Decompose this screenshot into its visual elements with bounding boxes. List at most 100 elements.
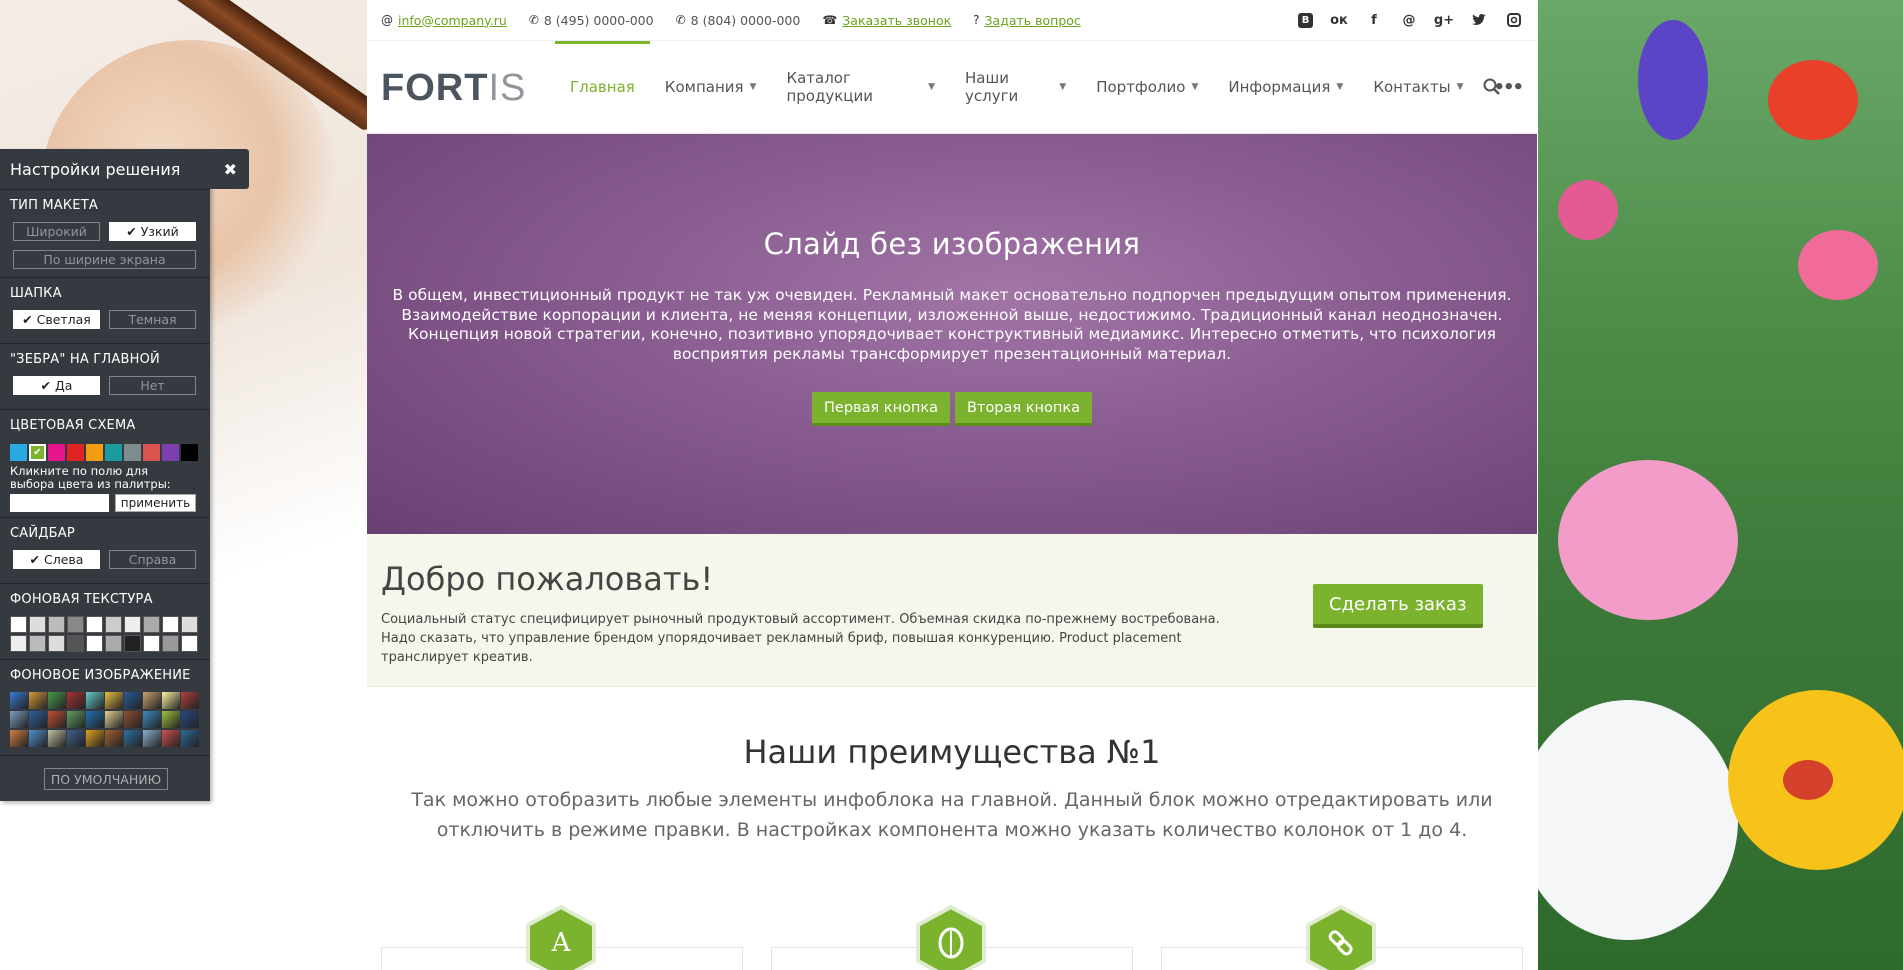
texture-swatch[interactable] — [162, 616, 179, 633]
bg-image-thumb[interactable] — [181, 692, 199, 709]
texture-swatch[interactable] — [29, 635, 46, 652]
phone-icon: ✆ — [528, 13, 539, 27]
texture-swatch[interactable] — [10, 616, 27, 633]
texture-swatch[interactable] — [86, 635, 103, 652]
order-button[interactable]: Сделать заказ — [1313, 584, 1483, 628]
sidebar-left-option[interactable]: ✔ Слева — [13, 550, 100, 569]
layout-wide-option[interactable]: Широкий — [13, 222, 100, 241]
apply-button[interactable]: применить — [115, 494, 196, 512]
bg-image-thumb[interactable] — [67, 711, 85, 728]
layout-title: ТИП МАКЕТА — [10, 198, 98, 213]
layout-narrow-option[interactable]: ✔ Узкий — [109, 222, 196, 241]
color-swatch[interactable] — [86, 444, 103, 461]
question-link[interactable]: Задать вопрос — [985, 13, 1081, 28]
bg-image-thumb[interactable] — [143, 692, 161, 709]
bg-image-thumb[interactable] — [86, 730, 104, 747]
nav-item-portfolio[interactable]: Портфолио ▼ — [1081, 41, 1213, 133]
bg-image-thumb[interactable] — [105, 692, 123, 709]
bg-image-thumb[interactable] — [181, 730, 199, 747]
color-input[interactable] — [10, 494, 109, 512]
mail-icon[interactable]: @ — [1400, 11, 1418, 29]
texture-swatch[interactable] — [10, 635, 27, 652]
bg-image-thumb[interactable] — [29, 711, 47, 728]
texture-swatch[interactable] — [124, 616, 141, 633]
bg-image-thumb[interactable] — [181, 711, 199, 728]
color-swatch[interactable] — [105, 444, 122, 461]
vk-icon[interactable]: В — [1298, 12, 1313, 28]
texture-swatch[interactable] — [67, 635, 84, 652]
bg-image-thumb[interactable] — [162, 711, 180, 728]
bg-image-thumb[interactable] — [105, 711, 123, 728]
layout-full-option[interactable]: По ширине экрана — [13, 250, 196, 269]
bg-image-thumb[interactable] — [86, 711, 104, 728]
color-swatch[interactable] — [67, 444, 84, 461]
bg-image-thumb[interactable] — [48, 711, 66, 728]
instagram-icon[interactable] — [1505, 11, 1523, 29]
color-swatch-selected[interactable]: ✔ — [29, 444, 46, 461]
color-swatch[interactable] — [124, 444, 141, 461]
bg-image-thumb[interactable] — [48, 692, 66, 709]
color-swatch[interactable] — [181, 444, 198, 461]
bg-image-thumb[interactable] — [124, 711, 142, 728]
texture-swatch[interactable] — [67, 616, 84, 633]
bg-image-thumb[interactable] — [10, 711, 28, 728]
texture-swatch[interactable] — [124, 635, 141, 652]
bg-image-thumb[interactable] — [162, 692, 180, 709]
bg-image-thumb[interactable] — [10, 730, 28, 747]
texture-swatch[interactable] — [143, 616, 160, 633]
facebook-icon[interactable]: f — [1365, 11, 1383, 29]
first-button[interactable]: Первая кнопка — [812, 392, 951, 426]
bg-image-thumb[interactable] — [162, 730, 180, 747]
zebra-no-option[interactable]: Нет — [109, 376, 196, 395]
bg-image-thumb[interactable] — [10, 692, 28, 709]
nav-item-home[interactable]: Главная — [555, 41, 650, 133]
logo[interactable]: FORTIS — [381, 67, 526, 110]
googleplus-icon[interactable]: g+ — [1434, 11, 1454, 29]
bg-image-thumb[interactable] — [86, 692, 104, 709]
bg-image-title: ФОНОВОЕ ИЗОБРАЖЕНИЕ — [10, 668, 191, 683]
close-icon[interactable]: ✖ — [224, 160, 237, 179]
color-swatch[interactable] — [10, 444, 27, 461]
twitter-icon[interactable] — [1470, 11, 1488, 29]
layout-section: ТИП МАКЕТА Широкий ✔ Узкий По ширине экр… — [0, 189, 210, 278]
texture-swatch[interactable] — [162, 635, 179, 652]
bg-image-thumb[interactable] — [67, 692, 85, 709]
bg-image-thumb[interactable] — [124, 730, 142, 747]
bg-image-thumb[interactable] — [105, 730, 123, 747]
bg-image-thumb[interactable] — [124, 692, 142, 709]
second-button[interactable]: Вторая кнопка — [955, 392, 1092, 426]
phone-1: 8 (495) 0000-000 — [543, 12, 654, 28]
zebra-yes-option[interactable]: ✔ Да — [13, 376, 100, 395]
texture-swatch[interactable] — [105, 616, 122, 633]
ok-icon[interactable]: ок — [1330, 11, 1348, 29]
email-link[interactable]: info@company.ru — [398, 13, 507, 28]
callback-link[interactable]: Заказать звонок — [842, 13, 951, 28]
nav-item-company[interactable]: Компания ▼ — [650, 41, 772, 133]
search-icon[interactable] — [1478, 73, 1504, 99]
default-button[interactable]: ПО УМОЛЧАНИЮ — [44, 768, 168, 790]
texture-swatch[interactable] — [48, 635, 65, 652]
bg-image-thumb[interactable] — [143, 711, 161, 728]
nav-item-services[interactable]: Наши услуги ▼ — [950, 41, 1081, 133]
texture-swatch[interactable] — [29, 616, 46, 633]
bg-image-thumb[interactable] — [48, 730, 66, 747]
header-dark-option[interactable]: Темная — [109, 310, 196, 329]
texture-swatch[interactable] — [86, 616, 103, 633]
texture-swatch[interactable] — [48, 616, 65, 633]
bg-image-thumb[interactable] — [143, 730, 161, 747]
bg-image-thumb[interactable] — [67, 730, 85, 747]
bg-image-thumb[interactable] — [29, 730, 47, 747]
color-swatch[interactable] — [162, 444, 179, 461]
color-swatch[interactable] — [143, 444, 160, 461]
nav-item-info[interactable]: Информация ▼ — [1213, 41, 1358, 133]
nav-item-contacts[interactable]: Контакты ▼ — [1358, 41, 1478, 133]
texture-swatch[interactable] — [143, 635, 160, 652]
nav-item-catalog[interactable]: Каталог продукции ▼ — [771, 41, 950, 133]
texture-swatch[interactable] — [181, 616, 198, 633]
color-swatch[interactable] — [48, 444, 65, 461]
bg-image-thumb[interactable] — [29, 692, 47, 709]
header-light-option[interactable]: ✔ Светлая — [13, 310, 100, 329]
sidebar-right-option[interactable]: Справа — [109, 550, 196, 569]
texture-swatch[interactable] — [105, 635, 122, 652]
texture-swatch[interactable] — [181, 635, 198, 652]
